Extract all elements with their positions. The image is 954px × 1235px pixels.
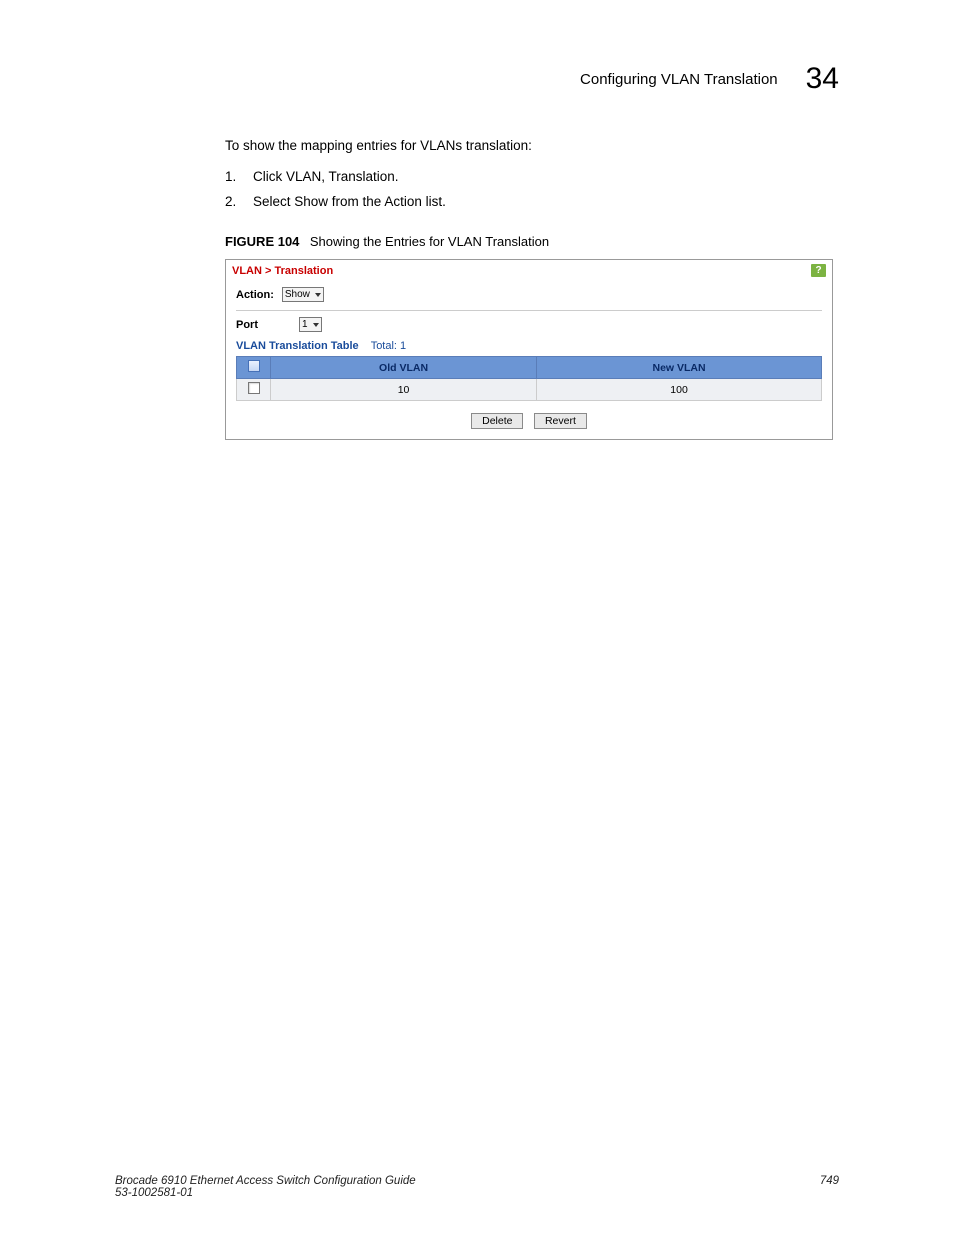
step-text: Click VLAN, Translation. <box>253 169 399 184</box>
footer-docnum: 53-1002581-01 <box>115 1187 416 1199</box>
help-icon[interactable]: ? <box>811 264 826 277</box>
button-row: Delete Revert <box>236 411 822 429</box>
figure-text: Showing the Entries for VLAN Translation <box>310 234 549 249</box>
select-all-checkbox[interactable] <box>248 360 260 372</box>
screenshot-panel: VLAN > Translation ? Action: Show Port 1… <box>225 259 833 440</box>
total-value: 1 <box>400 340 406 352</box>
main-content: To show the mapping entries for VLANs tr… <box>225 138 835 440</box>
table-title: VLAN Translation Table <box>236 340 359 352</box>
footer-left: Brocade 6910 Ethernet Access Switch Conf… <box>115 1175 416 1199</box>
col-new-vlan: New VLAN <box>537 357 822 379</box>
row-checkbox[interactable] <box>248 382 260 394</box>
cell-new-vlan: 100 <box>537 379 822 401</box>
action-row: Action: Show <box>236 287 822 302</box>
breadcrumb-bar: VLAN > Translation ? <box>226 260 832 281</box>
intro-text: To show the mapping entries for VLANs tr… <box>225 138 835 153</box>
page-header: Configuring VLAN Translation 34 <box>580 62 839 96</box>
port-select[interactable]: 1 <box>299 317 322 332</box>
action-select[interactable]: Show <box>282 287 324 302</box>
port-row: Port 1 <box>236 317 822 332</box>
step-number: 2. <box>225 194 253 209</box>
action-value: Show <box>285 289 310 300</box>
revert-button[interactable]: Revert <box>534 413 587 429</box>
footer-page: 749 <box>820 1175 839 1199</box>
step-number: 1. <box>225 169 253 184</box>
breadcrumb: VLAN > Translation <box>232 265 333 277</box>
step-list: 1. Click VLAN, Translation. 2. Select Sh… <box>225 169 835 209</box>
figure-label: FIGURE 104 <box>225 234 299 249</box>
row-checkbox-cell <box>237 379 271 401</box>
page-footer: Brocade 6910 Ethernet Access Switch Conf… <box>115 1175 839 1199</box>
vlan-translation-table: Old VLAN New VLAN 10 100 <box>236 356 822 401</box>
step-text: Select Show from the Action list. <box>253 194 446 209</box>
col-old-vlan: Old VLAN <box>271 357 537 379</box>
step-item: 1. Click VLAN, Translation. <box>225 169 835 184</box>
header-title: Configuring VLAN Translation <box>580 71 778 88</box>
figure-caption: FIGURE 104 Showing the Entries for VLAN … <box>225 233 835 251</box>
table-row: 10 100 <box>237 379 822 401</box>
cell-old-vlan: 10 <box>271 379 537 401</box>
header-checkbox-cell <box>237 357 271 379</box>
footer-guide: Brocade 6910 Ethernet Access Switch Conf… <box>115 1175 416 1187</box>
total-label: Total: <box>371 340 397 352</box>
port-label: Port <box>236 319 291 331</box>
delete-button[interactable]: Delete <box>471 413 523 429</box>
chapter-number: 34 <box>806 62 839 96</box>
table-title-row: VLAN Translation Table Total: 1 <box>236 340 822 352</box>
action-label: Action: <box>236 289 274 301</box>
port-value: 1 <box>302 319 308 330</box>
step-item: 2. Select Show from the Action list. <box>225 194 835 209</box>
divider <box>236 310 822 311</box>
